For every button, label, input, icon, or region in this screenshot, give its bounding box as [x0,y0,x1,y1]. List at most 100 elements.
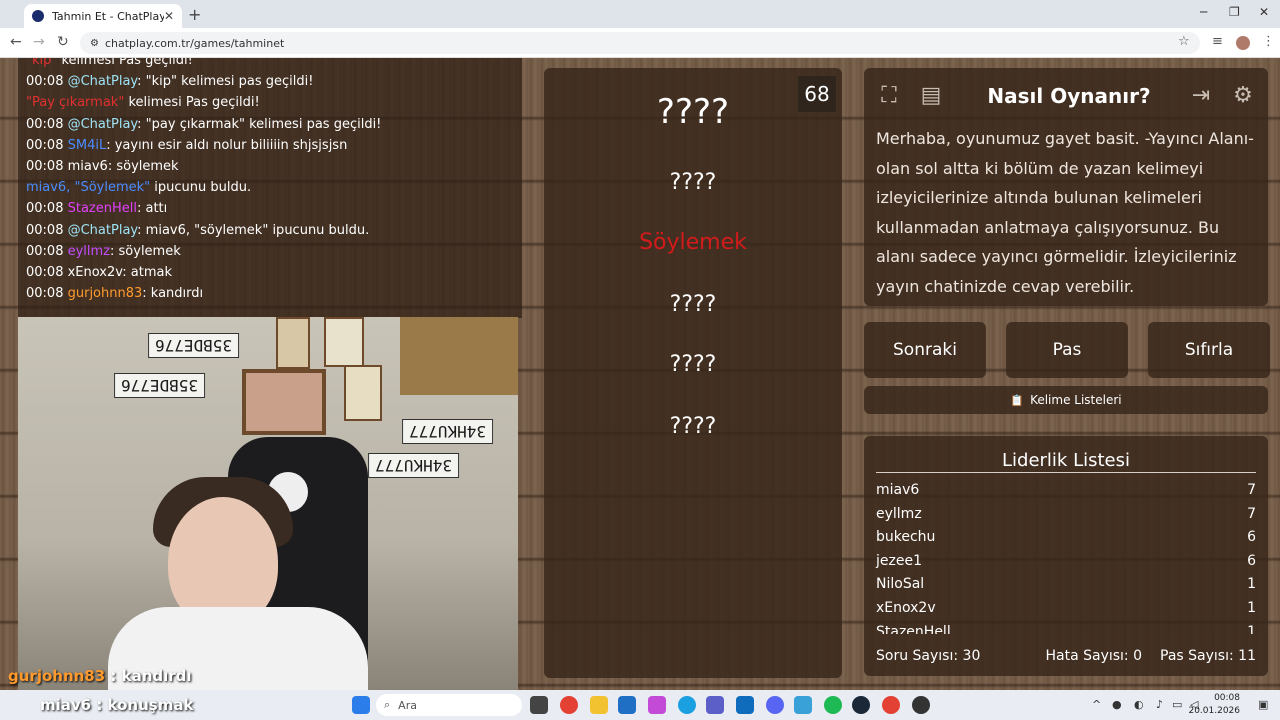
forward-icon[interactable]: → [33,34,45,50]
how-to-play-text: Merhaba, oyunumuz gayet basit. -Yayıncı … [876,129,1254,296]
chat-message: 00:08 eyllmz: söylemek [18,241,522,262]
chat-message: 00:08 @ChatPlay: "pay çıkarmak" kelimesi… [18,114,522,135]
how-to-play-panel: ⛶ ▤ Nasıl Oynanır? ⇥ ⚙ Merhaba, oyunumuz… [864,68,1268,306]
player-score: 7 [1247,505,1256,522]
chat-message: "kip" kelimesi Pas geçildi! [18,58,522,71]
player-name: eyllmz [876,505,922,522]
pass-button[interactable]: Pas [1006,322,1128,378]
steam-icon[interactable] [852,696,870,714]
chat-username[interactable]: "Pay çıkarmak" [26,95,124,110]
spotify-icon[interactable] [824,696,842,714]
chat-text: ipucunu buldu. [150,180,252,196]
tab-strip: Tahmin Et - ChatPlay ✕ + ─ ❐ ✕ [0,0,1280,28]
hidden-word: ???? [669,170,717,195]
reload-icon[interactable]: ↻ [57,34,69,50]
taskbar-search[interactable]: ⌕ Ara [376,694,522,716]
webcam-feed: 35BDE776 35BDE776 34HKU777 34HKU777 [18,317,518,690]
new-tab-icon[interactable]: + [188,5,201,24]
edge-icon[interactable] [678,696,696,714]
chat-timestamp: 00:08 [26,243,68,259]
player-name: jezee1 [876,552,922,569]
start-icon[interactable] [352,696,370,714]
site-info-icon[interactable]: ⚙ [90,38,99,49]
logout-icon[interactable]: ⇥ [1182,76,1220,114]
clipboard-icon: 📋 [1010,393,1025,407]
copilot-icon[interactable] [648,696,666,714]
player-name: StazenHell [876,623,951,634]
player-score: 6 [1247,552,1256,569]
chat-timestamp: 00:08 [26,201,68,217]
outlook-icon[interactable] [736,696,754,714]
game-stats: Soru Sayısı: 30 Hata Sayısı: 0 Pas Sayıs… [876,648,1256,664]
next-button[interactable]: Sonraki [864,322,986,378]
overlay-user: miav6 [40,696,92,714]
teams-icon[interactable] [706,696,724,714]
wall-picture [242,369,326,435]
file-explorer-icon[interactable] [590,696,608,714]
chat-username[interactable]: @ChatPlay [68,223,138,238]
chat-text: kelimesi Pas geçildi! [57,58,193,68]
notification-icon[interactable]: ▣ [1258,698,1268,711]
tray-chevron-icon[interactable]: ^ [1092,698,1101,711]
chat-timestamp: 00:08 [26,286,68,302]
leaderboard-title: Liderlik Listesi [1002,450,1130,471]
store-icon[interactable] [618,696,636,714]
question-count-value: 30 [962,648,981,664]
settings-gear-icon[interactable]: ⚙ [1224,76,1262,114]
reset-button[interactable]: Sıfırla [1148,322,1270,378]
leaderboard-list[interactable]: miav6 7 eyllmz 7 bukechu 6 jezee1 6 NiloSal 1 xEno… [864,482,1268,634]
chat-message: 00:08 SM4iL: yayını esir aldı nolur bili… [18,135,522,156]
leaderboard-row: jezee1 6 [876,553,1256,569]
overlay-msg: : kandırdı [105,667,192,685]
leaderboard-row: NiloSal 1 [876,576,1256,592]
chat-username[interactable]: miav6 [68,159,108,174]
chat-timestamp: 00:08 [26,158,68,174]
chat-text: : kandırdı [142,286,204,302]
tray-app-icon[interactable]: ● [1112,698,1122,711]
word-lists-button[interactable]: 📋 Kelime Listeleri [864,386,1268,414]
pass-count: Pas Sayısı: 11 [1160,648,1256,664]
browser-menu-icon[interactable]: ⋮ [1262,34,1275,49]
taskbar-clock[interactable]: 00:08 20.01.2026 [1188,692,1240,718]
close-tab-icon[interactable]: ✕ [164,9,174,23]
microphone-icon[interactable]: ♪ [1156,698,1163,711]
chat-message: 00:08 xEnox2v: atmak [18,262,522,283]
browser-tab[interactable]: Tahmin Et - ChatPlay ✕ [24,4,182,28]
hidden-word: ???? [669,352,717,377]
chat-username[interactable]: "kip" [26,58,57,68]
fullscreen-icon[interactable]: ⛶ [870,76,908,114]
chrome-active-icon[interactable] [882,696,900,714]
notes-icon[interactable]: ▤ [912,76,950,114]
pass-count-label: Pas Sayısı: [1160,648,1234,664]
chat-username[interactable]: gurjohnn83 [68,286,143,301]
player-name: xEnox2v [876,600,936,616]
reading-list-icon[interactable]: ≡ [1212,34,1223,49]
minimize-icon[interactable]: ─ [1200,5,1207,19]
discord-icon[interactable] [766,696,784,714]
task-view-icon[interactable] [530,696,548,714]
license-plate: 35BDE776 [148,333,240,358]
error-count: Hata Sayısı: 0 [1045,648,1142,664]
chat-username[interactable]: StazenHell [68,201,137,216]
chat-username[interactable]: @ChatPlay [68,117,138,132]
chat-text: : "pay çıkarmak" kelimesi pas geçildi! [137,116,382,132]
search-placeholder: Ara [398,698,417,712]
chat-text: : söylemek [110,243,181,259]
restore-icon[interactable]: ❐ [1229,5,1240,19]
chat-username[interactable]: @ChatPlay [68,74,138,89]
obs-icon[interactable] [912,696,930,714]
profile-avatar-icon[interactable] [1236,36,1250,50]
monitor-icon[interactable] [794,696,812,714]
bookmark-star-icon[interactable]: ☆ [1178,34,1190,49]
url-field[interactable]: ⚙ chatplay.com.tr/games/tahminet [80,32,1200,54]
chrome-icon[interactable] [560,696,578,714]
back-icon[interactable]: ← [10,34,22,50]
chat-username[interactable]: xEnox2v [68,265,123,280]
network-icon[interactable]: ▭ [1172,698,1182,711]
close-window-icon[interactable]: ✕ [1259,5,1269,19]
tray-app-icon[interactable]: ◐ [1134,698,1144,711]
chat-username[interactable]: SM4iL [68,138,107,153]
chat-username[interactable]: miav6, "Söylemek" [26,180,150,195]
player-score: 7 [1247,482,1256,498]
chat-username[interactable]: eyllmz [68,244,110,259]
